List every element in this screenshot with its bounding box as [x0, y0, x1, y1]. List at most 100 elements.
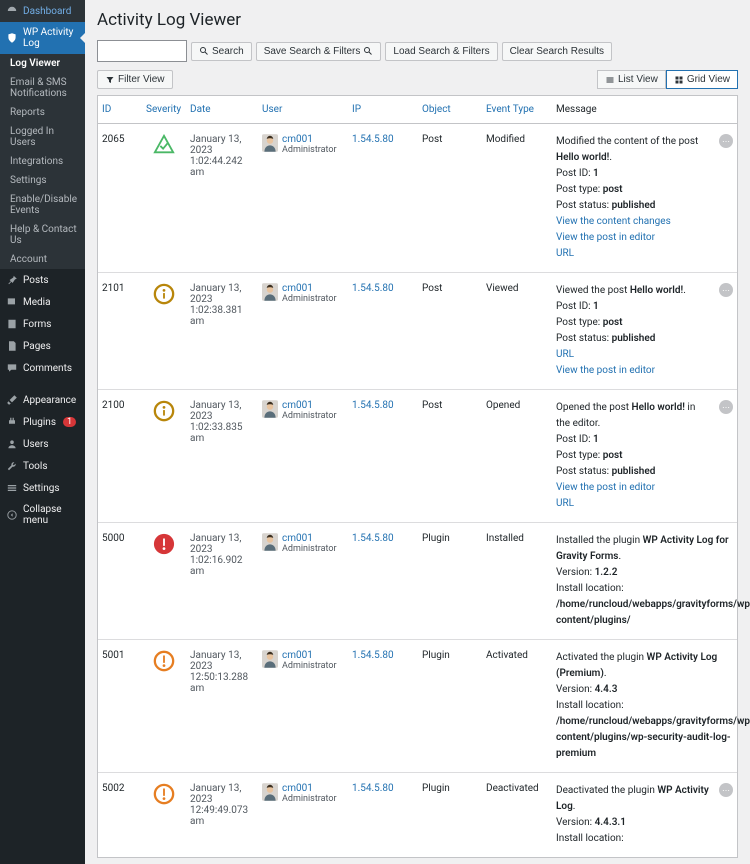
user-role: Administrator — [282, 794, 337, 804]
sidebar-item-pages[interactable]: Pages — [0, 335, 85, 357]
user-link[interactable]: cm001 — [282, 533, 313, 544]
col-ip[interactable]: IP — [348, 96, 418, 123]
cell-object: Post — [418, 283, 482, 294]
ip-link[interactable]: 1.54.5.80 — [352, 283, 394, 294]
user-role: Administrator — [282, 544, 337, 554]
sidebar-item-activity-log[interactable]: WP Activity Log — [0, 22, 85, 54]
save-icon — [363, 46, 373, 56]
list-view-button[interactable]: List View — [597, 70, 666, 89]
search-button[interactable]: Search — [191, 42, 252, 61]
save-search-button[interactable]: Save Search & Filters — [256, 42, 382, 61]
plug-icon — [6, 416, 18, 428]
cell-event-type: Viewed — [482, 283, 552, 294]
sidebar-item-plugins[interactable]: Plugins1 — [0, 411, 85, 433]
message-link[interactable]: URL — [556, 349, 574, 360]
sub-enable-disable[interactable]: Enable/Disable Events — [0, 190, 85, 220]
sidebar-item-dashboard[interactable]: Dashboard — [0, 0, 85, 22]
message-link[interactable]: View the post in editor — [556, 232, 655, 243]
sidebar-item-users[interactable]: Users — [0, 433, 85, 455]
cell-user: cm001Administrator — [258, 283, 348, 304]
sub-reports[interactable]: Reports — [0, 103, 85, 122]
cell-date: January 13, 202312:50:13.288 am — [186, 650, 258, 694]
ip-link[interactable]: 1.54.5.80 — [352, 400, 394, 411]
message-link[interactable]: URL — [556, 498, 574, 509]
col-event-type[interactable]: Event Type — [482, 96, 552, 123]
ip-link[interactable]: 1.54.5.80 — [352, 533, 394, 544]
sub-logged-in[interactable]: Logged In Users — [0, 122, 85, 152]
col-message: Message — [552, 96, 715, 123]
table-row: 2065January 13, 20231:02:44.242 amcm001A… — [98, 124, 737, 272]
more-actions-button[interactable]: ⋯ — [719, 134, 733, 148]
cell-object: Plugin — [418, 783, 482, 794]
message-link[interactable]: View the content changes — [556, 216, 671, 227]
message-link[interactable]: View the post in editor — [556, 482, 655, 493]
more-actions-button[interactable]: ⋯ — [719, 283, 733, 297]
cell-message: Activated the plugin WP Activity Log (Pr… — [552, 650, 750, 762]
user-link[interactable]: cm001 — [282, 283, 313, 294]
col-user[interactable]: User — [258, 96, 348, 123]
cell-id: 2065 — [98, 134, 142, 145]
table-row: 5000January 13, 20231:02:16.902 amcm001A… — [98, 522, 737, 639]
clear-search-button[interactable]: Clear Search Results — [502, 42, 612, 61]
sub-log-viewer[interactable]: Log Viewer — [0, 54, 85, 73]
message-link[interactable]: URL — [556, 248, 574, 259]
sub-account[interactable]: Account — [0, 250, 85, 269]
user-link[interactable]: cm001 — [282, 134, 313, 145]
severity-icon — [142, 283, 186, 305]
sub-settings[interactable]: Settings — [0, 171, 85, 190]
load-search-button[interactable]: Load Search & Filters — [385, 42, 497, 61]
col-date[interactable]: Date — [186, 96, 258, 123]
funnel-icon — [105, 75, 115, 85]
cell-date: January 13, 20231:02:33.835 am — [186, 400, 258, 444]
user-link[interactable]: cm001 — [282, 783, 313, 794]
col-id[interactable]: ID — [98, 96, 142, 123]
cell-id: 5000 — [98, 533, 142, 544]
cell-id: 2101 — [98, 283, 142, 294]
cell-object: Plugin — [418, 533, 482, 544]
plugins-update-badge: 1 — [63, 417, 76, 427]
more-actions-button[interactable]: ⋯ — [719, 783, 733, 797]
sub-help[interactable]: Help & Contact Us — [0, 220, 85, 250]
more-actions-button[interactable]: ⋯ — [719, 400, 733, 414]
cell-object: Post — [418, 134, 482, 145]
col-severity[interactable]: Severity — [142, 96, 186, 123]
user-link[interactable]: cm001 — [282, 400, 313, 411]
grid-icon — [674, 75, 684, 85]
ip-link[interactable]: 1.54.5.80 — [352, 650, 394, 661]
sidebar-item-settings[interactable]: Settings — [0, 477, 85, 499]
cell-date: January 13, 20231:02:38.381 am — [186, 283, 258, 327]
filter-view-button[interactable]: Filter View — [97, 70, 173, 89]
ip-link[interactable]: 1.54.5.80 — [352, 783, 394, 794]
cell-event-type: Modified — [482, 134, 552, 145]
avatar — [262, 650, 278, 668]
sidebar-item-posts[interactable]: Posts — [0, 269, 85, 291]
forms-icon — [6, 318, 18, 330]
sidebar-item-tools[interactable]: Tools — [0, 455, 85, 477]
search-input[interactable] — [97, 40, 187, 62]
cell-user: cm001Administrator — [258, 400, 348, 421]
user-icon — [6, 438, 18, 450]
sidebar-item-comments[interactable]: Comments — [0, 357, 85, 379]
collapse-icon — [6, 509, 18, 521]
sub-email-sms[interactable]: Email & SMS Notifications — [0, 73, 85, 103]
sidebar-collapse[interactable]: Collapse menu — [0, 499, 85, 531]
sidebar-item-media[interactable]: Media — [0, 291, 85, 313]
table-body: 2065January 13, 20231:02:44.242 amcm001A… — [98, 124, 737, 857]
cell-object: Post — [418, 400, 482, 411]
sub-integrations[interactable]: Integrations — [0, 152, 85, 171]
ip-link[interactable]: 1.54.5.80 — [352, 134, 394, 145]
cell-id: 5001 — [98, 650, 142, 661]
grid-view-button[interactable]: Grid View — [666, 70, 738, 89]
user-link[interactable]: cm001 — [282, 650, 313, 661]
cell-object: Plugin — [418, 650, 482, 661]
col-object[interactable]: Object — [418, 96, 482, 123]
message-link[interactable]: View the post in editor — [556, 365, 655, 376]
pin-icon — [6, 274, 18, 286]
sliders-icon — [6, 482, 18, 494]
sidebar-item-forms[interactable]: Forms — [0, 313, 85, 335]
severity-icon — [142, 650, 186, 672]
log-table: ID Severity Date User IP Object Event Ty… — [97, 95, 738, 858]
sidebar-item-appearance[interactable]: Appearance — [0, 389, 85, 411]
cell-user: cm001Administrator — [258, 650, 348, 671]
table-row: 5002January 13, 202312:49:49.073 amcm001… — [98, 772, 737, 857]
